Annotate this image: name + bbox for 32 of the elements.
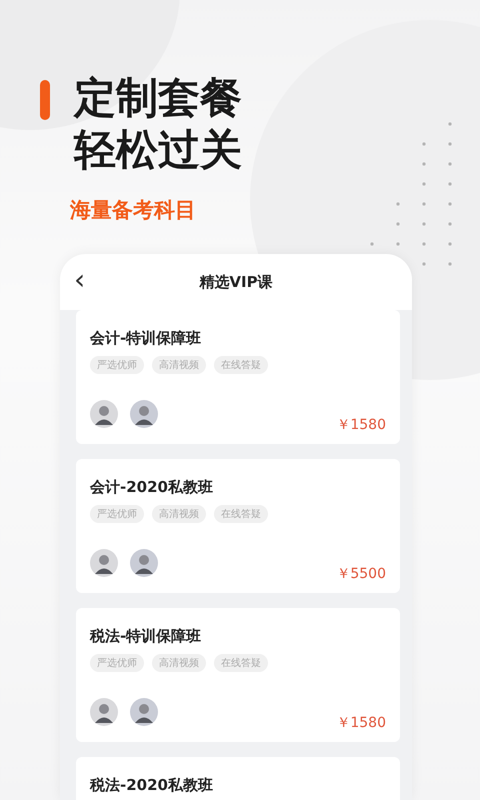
- course-card[interactable]: 税法-2020私教班: [76, 757, 400, 800]
- avatar-icon: [130, 698, 158, 726]
- feature-tag: 在线答疑: [214, 505, 268, 523]
- course-card[interactable]: 会计-特训保障班 严选优师 高清视频 在线答疑 ￥1580: [76, 310, 400, 444]
- feature-tag: 在线答疑: [214, 654, 268, 672]
- headline: 轻松过关: [74, 124, 242, 176]
- avatar-icon: [130, 549, 158, 577]
- feature-tag: 严选优师: [90, 356, 144, 374]
- screen-title: 精选VIP课: [199, 272, 273, 292]
- back-button[interactable]: ‹: [74, 266, 86, 294]
- feature-tag: 高清视频: [152, 654, 206, 672]
- course-title: 税法-2020私教班: [90, 775, 214, 795]
- course-price: ￥5500: [336, 565, 386, 583]
- accent-bar: [40, 80, 50, 120]
- feature-tag: 高清视频: [152, 356, 206, 374]
- feature-tag: 在线答疑: [214, 356, 268, 374]
- feature-tag: 严选优师: [90, 505, 144, 523]
- course-title: 税法-特训保障班: [90, 626, 202, 646]
- headline: 定制套餐: [74, 72, 242, 124]
- course-card[interactable]: 会计-2020私教班 严选优师 高清视频 在线答疑 ￥5500: [76, 459, 400, 593]
- course-price: ￥1580: [336, 714, 386, 732]
- subtitle: 海量备考科目: [70, 197, 197, 224]
- feature-tag: 高清视频: [152, 505, 206, 523]
- avatar-icon: [130, 400, 158, 428]
- avatar-icon: [90, 698, 118, 726]
- avatar-icon: [90, 549, 118, 577]
- course-title: 会计-特训保障班: [90, 328, 202, 348]
- course-title: 会计-2020私教班: [90, 477, 214, 497]
- avatar-icon: [90, 400, 118, 428]
- course-card[interactable]: 税法-特训保障班 严选优师 高清视频 在线答疑 ￥1580: [76, 608, 400, 742]
- course-price: ￥1580: [336, 416, 386, 434]
- feature-tag: 严选优师: [90, 654, 144, 672]
